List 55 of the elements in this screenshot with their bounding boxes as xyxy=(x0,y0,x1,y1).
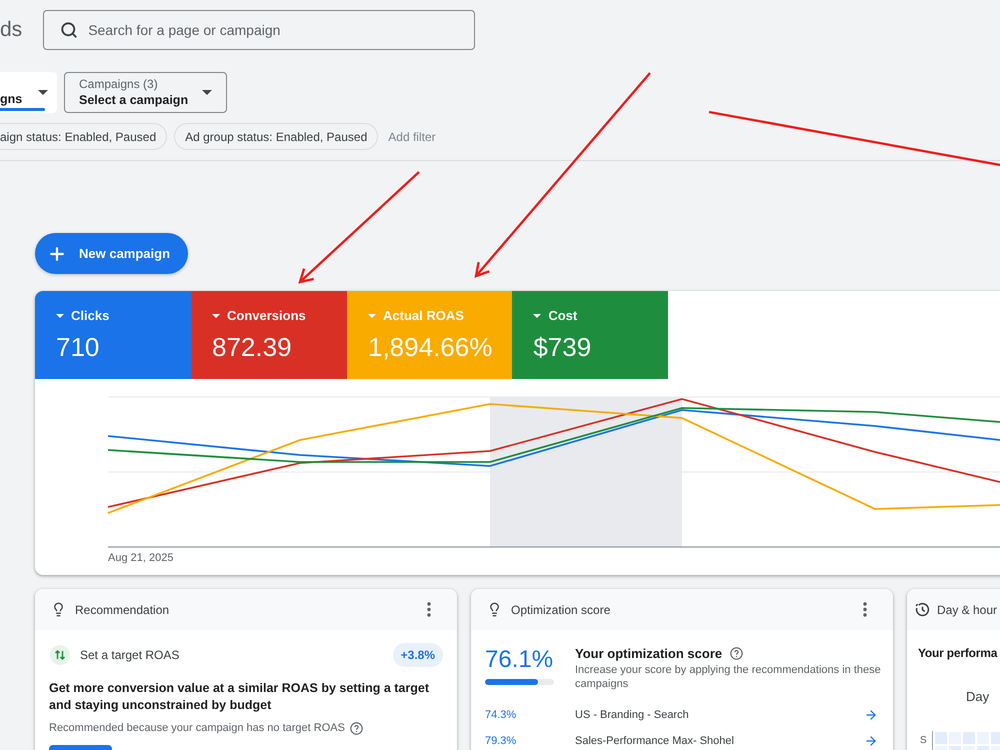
recommendation-reason: Recommended because your campaign has no target ROAS xyxy=(49,721,345,735)
caret-icon xyxy=(56,314,64,318)
help-icon[interactable] xyxy=(350,722,363,734)
metric-value: 872.39 xyxy=(212,332,293,362)
campaign-name: Sales-Performance Max- Shohel xyxy=(575,735,735,747)
recommendation-headline: Get more conversion value at a similar ROAS by setting a target and staying unconstrained by budget xyxy=(49,680,430,714)
metric-value: 1,894.66% xyxy=(368,332,492,362)
metric-label: Clicks xyxy=(71,309,110,323)
heatmap-grid xyxy=(932,731,1000,750)
optimization-score: 76.1% xyxy=(485,646,554,674)
uplift-badge: +3.8% xyxy=(392,643,443,667)
caret-icon xyxy=(533,314,542,318)
card-title: Recommendation xyxy=(75,602,170,616)
metric-label: Conversions xyxy=(227,309,306,323)
metric-value: $739 xyxy=(533,332,592,362)
dropdown[interactable]: gns xyxy=(0,72,57,113)
campaign-score: 79.3% xyxy=(485,735,518,747)
x-axis-label: Aug 21, 2025 xyxy=(108,552,174,565)
arrow-right-icon[interactable] xyxy=(864,708,878,722)
logo-text: ds xyxy=(0,18,22,42)
optimization-description: Increase your score by applying the recommendations in these campaigns xyxy=(575,663,882,691)
metric-label: Cost xyxy=(548,309,578,323)
card-title: Day & hour xyxy=(937,602,998,616)
metric-tile[interactable]: Cost $739 xyxy=(512,291,668,379)
caret-icon xyxy=(368,314,376,318)
metric-tile[interactable]: Clicks 710 xyxy=(35,291,191,379)
caret-icon xyxy=(212,314,220,318)
lightbulb-icon xyxy=(51,602,66,617)
caret-icon xyxy=(38,90,48,95)
more-options-icon[interactable] xyxy=(427,602,431,617)
dropdown[interactable]: Campaigns (3) Select a campaign xyxy=(64,72,227,113)
caret-icon xyxy=(202,90,212,95)
filter-chip[interactable]: Ad group status: Enabled, Paused xyxy=(174,123,378,150)
add-filter-link[interactable]: Add filter xyxy=(388,130,436,144)
metric-label: Actual ROAS xyxy=(383,309,464,323)
campaign-name: US - Branding - Search xyxy=(575,709,690,721)
recommendation-type: Set a target ROAS xyxy=(80,648,180,662)
new-campaign-button[interactable]: New campaign xyxy=(35,233,188,274)
help-icon[interactable] xyxy=(730,647,744,660)
more-options-icon[interactable] xyxy=(863,602,867,617)
metric-tile[interactable]: Conversions 872.39 xyxy=(191,291,347,379)
day-axis-label: Day xyxy=(966,689,990,705)
search-icon xyxy=(60,21,78,39)
card-title: Optimization score xyxy=(511,602,612,616)
arrow-right-icon[interactable] xyxy=(864,734,878,748)
search-field[interactable]: Search for a page or campaign xyxy=(43,10,476,50)
metric-value: 710 xyxy=(56,332,100,362)
arrows-up-down-icon xyxy=(50,645,70,665)
clock-icon xyxy=(915,602,930,617)
weekday-label: S xyxy=(920,735,928,746)
filter-chip[interactable]: aign status: Enabled, Paused xyxy=(0,123,168,150)
lightbulb-icon xyxy=(487,602,502,617)
campaign-score: 74.3% xyxy=(485,709,518,721)
optimization-heading: Your optimization score xyxy=(575,645,722,662)
performance-heading: Your performa xyxy=(918,645,998,662)
